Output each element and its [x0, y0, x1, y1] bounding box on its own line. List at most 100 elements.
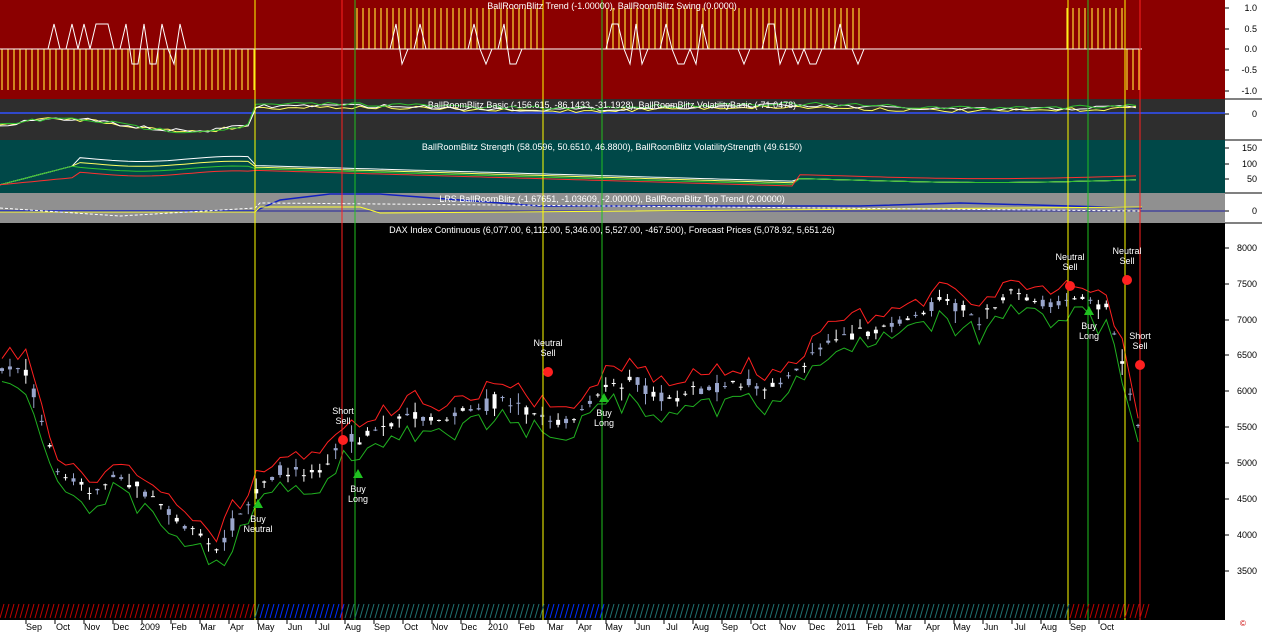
signal-label: Short — [332, 406, 354, 416]
candle-body — [150, 496, 155, 498]
time-label: Jun — [984, 622, 999, 632]
candle-body — [683, 393, 688, 395]
candle-body — [540, 414, 545, 417]
candle-body — [158, 504, 163, 506]
time-label: 2009 — [140, 622, 160, 632]
candle-body — [174, 517, 179, 522]
time-label: Aug — [1041, 622, 1057, 632]
candle-body — [905, 318, 910, 321]
candle-body — [222, 537, 227, 543]
signal-label: Sell — [1062, 262, 1077, 272]
candle-body — [111, 474, 116, 478]
time-label: Sep — [26, 622, 42, 632]
axis-tick-label: 1.0 — [1244, 3, 1257, 13]
candle-body — [373, 429, 378, 431]
axis-tick-label: 100 — [1242, 159, 1257, 169]
candle-body — [389, 423, 394, 427]
corner-mark: © — [1240, 619, 1246, 628]
candle-body — [317, 470, 322, 473]
candle-body — [913, 314, 918, 316]
candle-body — [484, 398, 489, 411]
candle-body — [452, 412, 457, 417]
candle-body — [802, 365, 807, 368]
candle-body — [95, 488, 100, 491]
candle-body — [1040, 299, 1045, 307]
candle-body — [15, 368, 20, 370]
candle-body — [1136, 424, 1141, 426]
candle-body — [135, 481, 140, 487]
axis-tick-label: 6000 — [1237, 386, 1257, 396]
time-label: Oct — [404, 622, 419, 632]
time-label: Dec — [461, 622, 478, 632]
candle-body — [985, 308, 990, 310]
candle-body — [79, 481, 84, 485]
candle-body — [564, 418, 569, 424]
candle-body — [762, 389, 767, 391]
candle-body — [429, 417, 433, 421]
candle-body — [1096, 304, 1101, 310]
time-label: May — [605, 622, 623, 632]
candle-body — [1016, 293, 1021, 295]
time-label: Mar — [896, 622, 912, 632]
candle-body — [468, 409, 473, 411]
axis-tick-label: 0.5 — [1244, 24, 1257, 34]
candle-body — [238, 513, 243, 515]
candle-body — [349, 433, 354, 442]
candle-body — [460, 408, 465, 411]
candle-body — [127, 485, 132, 488]
candle-body — [55, 471, 60, 473]
time-label: Nov — [432, 622, 449, 632]
time-label: May — [257, 622, 275, 632]
candle-body — [333, 448, 338, 451]
candle-body — [357, 442, 362, 445]
candle-body — [476, 408, 481, 410]
candle-body — [643, 385, 648, 394]
candle-body — [397, 416, 402, 419]
candle-body — [198, 533, 203, 536]
time-label: Mar — [548, 622, 564, 632]
sell-marker-icon — [1135, 360, 1145, 370]
candle-body — [850, 333, 855, 340]
candle-body — [262, 481, 267, 483]
basic-title: BallRoomBlitz Basic (-156.615, -86.1433,… — [428, 100, 796, 110]
candle-body — [587, 400, 592, 404]
candle-body — [635, 377, 640, 385]
candle-body — [214, 549, 219, 551]
candle-body — [166, 509, 171, 515]
candle-body — [31, 388, 36, 398]
candle-body — [524, 407, 529, 415]
price-title: DAX Index Continuous (6,077.00, 6,112.00… — [389, 225, 835, 235]
signal-label: Sell — [540, 348, 555, 358]
candle-body — [548, 420, 553, 422]
time-label: Feb — [867, 622, 883, 632]
candle-body — [603, 384, 608, 388]
candle-body — [715, 383, 719, 393]
time-label: Apr — [926, 622, 940, 632]
axis-tick-label: 50 — [1247, 174, 1257, 184]
axis-tick-label: 7000 — [1237, 315, 1257, 325]
axis-tick-label: -1.0 — [1241, 86, 1257, 96]
candle-body — [786, 375, 791, 377]
signal-label: Buy — [350, 484, 366, 494]
signal-label: Buy — [1081, 321, 1097, 331]
time-label: May — [953, 622, 971, 632]
candle-body — [667, 397, 672, 399]
signal-label: Short — [1129, 331, 1151, 341]
axis-tick-label: -0.5 — [1241, 65, 1257, 75]
candle-body — [754, 386, 759, 389]
candle-body — [707, 386, 712, 391]
candle-body — [627, 376, 632, 381]
time-label: Nov — [780, 622, 797, 632]
time-label: Jun — [636, 622, 651, 632]
candle-body — [1024, 297, 1029, 301]
lrs-title: LRS BallRoomBlitz (-1.67651, -1.03609, -… — [439, 194, 785, 204]
candle-body — [87, 493, 92, 495]
candle-body — [421, 416, 426, 421]
candle-body — [516, 402, 521, 404]
candle-body — [1120, 361, 1125, 364]
candle-body — [556, 419, 561, 425]
candle-body — [500, 397, 505, 399]
candle-body — [889, 322, 894, 327]
candle-body — [881, 325, 886, 327]
signal-label: Neutral — [243, 524, 272, 534]
